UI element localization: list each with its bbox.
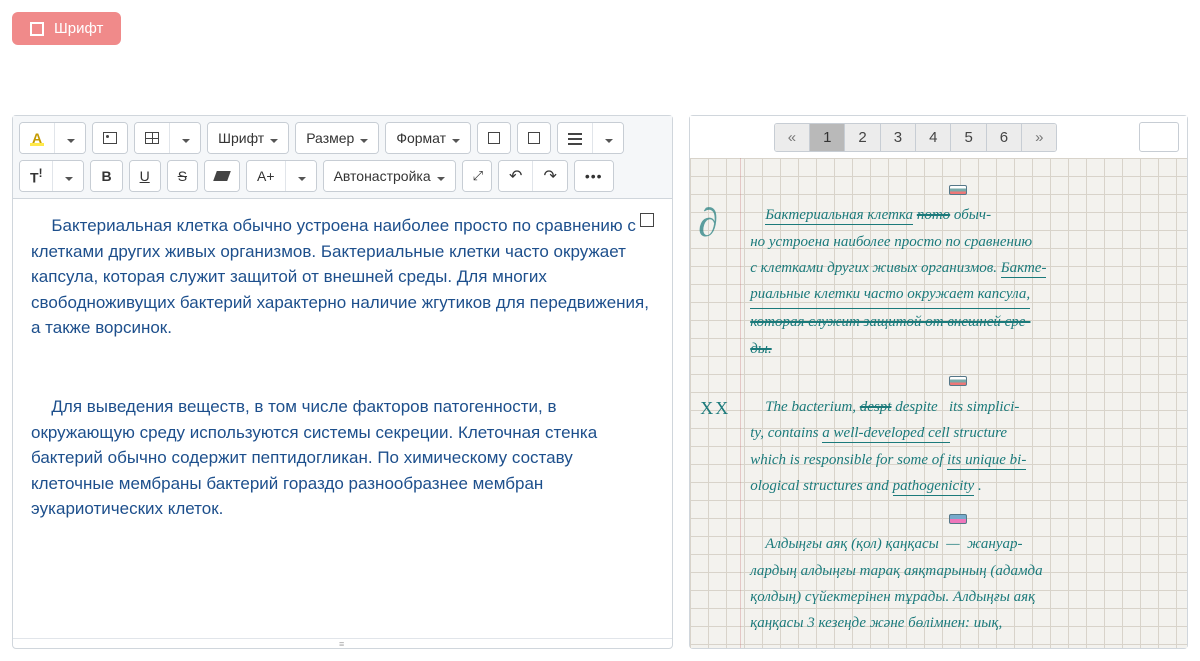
caret-icon	[180, 130, 190, 146]
list-dropdown[interactable]	[593, 123, 623, 153]
font-family-button[interactable]: Шрифт	[208, 123, 288, 153]
list-icon	[568, 132, 582, 144]
square-icon	[488, 132, 500, 144]
square-icon	[528, 132, 540, 144]
box-button-2[interactable]	[518, 123, 550, 153]
font-top-button[interactable]: Шрифт	[12, 12, 121, 45]
caret-icon	[603, 130, 613, 146]
font-label: Шрифт	[218, 130, 264, 146]
margin-line	[740, 158, 741, 648]
autofit-button[interactable]: Автонастройка	[324, 161, 455, 191]
redo-icon	[543, 166, 556, 186]
flag-icon	[949, 514, 967, 524]
text-color-dropdown[interactable]	[55, 123, 85, 153]
hw-line: которая служит защитой от внешней сре-	[750, 309, 1165, 335]
undo-icon	[509, 166, 522, 186]
size-label: Размер	[306, 130, 354, 146]
caret-icon	[268, 130, 278, 146]
font-size-button[interactable]: Размер	[296, 123, 378, 153]
pager-prev[interactable]: «	[775, 124, 810, 151]
hw-line: The bacterium, despt despite its simplic…	[750, 394, 1165, 420]
pager-list: « 1 2 3 4 5 6 »	[774, 123, 1058, 152]
hw-line: Алдыңғы аяқ (қол) қаңқасы — жануар-	[750, 531, 1165, 557]
font-size-step-button[interactable]: A+	[247, 161, 286, 191]
format-button[interactable]: Формат	[386, 123, 470, 153]
insert-table-button[interactable]	[135, 123, 170, 153]
t-label: T!	[30, 167, 42, 186]
redo-button[interactable]	[533, 161, 566, 191]
underline-icon: U	[140, 168, 150, 184]
pager-next[interactable]: »	[1022, 124, 1056, 151]
format-label: Формат	[396, 130, 446, 146]
editor-content[interactable]: Бактериальная клетка обычно устроена наи…	[13, 199, 672, 638]
font-top-label: Шрифт	[54, 20, 103, 37]
bold-icon: B	[101, 168, 111, 184]
erase-icon	[213, 171, 231, 181]
flag-icon	[949, 185, 967, 195]
hw-line: қолдың) сүйектерінен тұрады. Алдыңғы аяқ	[750, 584, 1165, 610]
caret-icon	[63, 168, 73, 184]
caret-icon	[296, 168, 306, 184]
text-color-button[interactable]: A	[20, 123, 55, 153]
dots-icon	[585, 168, 603, 184]
pager-page-3[interactable]: 3	[881, 124, 916, 151]
insert-table-dropdown[interactable]	[170, 123, 200, 153]
font-size-step-dropdown[interactable]	[286, 161, 316, 191]
hw-line: лардың алдыңғы тарақ аяқтарының (адамда	[750, 558, 1165, 584]
pager: « 1 2 3 4 5 6 »	[690, 116, 1187, 158]
more-button[interactable]	[575, 161, 613, 191]
paragraph-1: Бактериальная клетка обычно устроена наи…	[31, 213, 654, 341]
caret-icon	[358, 130, 368, 146]
handwriting-page: ∂ XX Бактериальная клетка пото обыч- но …	[690, 158, 1187, 648]
hw-line: с клетками других живых организмов. Бакт…	[750, 255, 1165, 281]
hw-line: қаңқасы 3 кезеңде және бөлімнен: иық,	[750, 610, 1165, 636]
pager-page-5[interactable]: 5	[951, 124, 986, 151]
text-color-icon: A	[30, 130, 44, 146]
undo-button[interactable]	[499, 161, 533, 191]
autofit-label: Автонастройка	[334, 168, 431, 184]
caret-icon	[435, 168, 445, 184]
hw-line: ды.	[750, 336, 1165, 362]
hw-line: но устроена наиболее просто по сравнению	[750, 229, 1165, 255]
hw-line: which is responsible for some of its uni…	[750, 447, 1165, 473]
insert-image-button[interactable]	[93, 123, 127, 153]
paragraph-2: Для выведения веществ, в том числе факто…	[31, 394, 654, 522]
pager-page-2[interactable]: 2	[845, 124, 880, 151]
image-icon	[103, 132, 117, 144]
resize-handle[interactable]: ≡	[13, 638, 672, 648]
underline-button[interactable]: U	[130, 161, 160, 191]
a-plus-icon: A+	[257, 168, 275, 184]
editor-panel: A Шрифт Размер Формат	[12, 115, 673, 649]
hw-line: ological structures and pathogenicity .	[750, 473, 1165, 499]
editor-toolbar: A Шрифт Размер Формат	[13, 116, 672, 199]
erase-button[interactable]	[205, 161, 239, 191]
preview-panel: « 1 2 3 4 5 6 » ∂ XX Бактериальная клетк…	[689, 115, 1188, 649]
caret-icon	[450, 130, 460, 146]
box-button-1[interactable]	[478, 123, 510, 153]
square-icon	[30, 22, 44, 36]
bold-button[interactable]: B	[91, 161, 121, 191]
caret-icon	[65, 130, 75, 146]
pager-page-6[interactable]: 6	[987, 124, 1022, 151]
pager-page-4[interactable]: 4	[916, 124, 951, 151]
fullscreen-button[interactable]: ⤢	[463, 161, 491, 191]
table-icon	[145, 132, 159, 144]
strike-icon: S	[178, 168, 187, 184]
text-format-button[interactable]: T!	[20, 161, 53, 191]
list-button[interactable]	[558, 123, 593, 153]
hw-line: Бактериальная клетка пото обыч-	[750, 202, 1165, 228]
hw-line: риальные клетки часто окружает капсула,	[750, 281, 1030, 309]
pager-input[interactable]	[1139, 122, 1179, 152]
flag-icon	[949, 376, 967, 386]
margin-mark: XX	[700, 393, 730, 425]
pager-page-1[interactable]: 1	[810, 124, 845, 151]
strike-button[interactable]: S	[168, 161, 197, 191]
expand-icon: ⤢	[473, 169, 481, 184]
corner-marker-icon	[640, 213, 654, 227]
doodle-icon: ∂	[698, 188, 718, 258]
text-format-dropdown[interactable]	[53, 161, 83, 191]
hw-line: ty, contains a well-developed cell struc…	[750, 420, 1165, 446]
